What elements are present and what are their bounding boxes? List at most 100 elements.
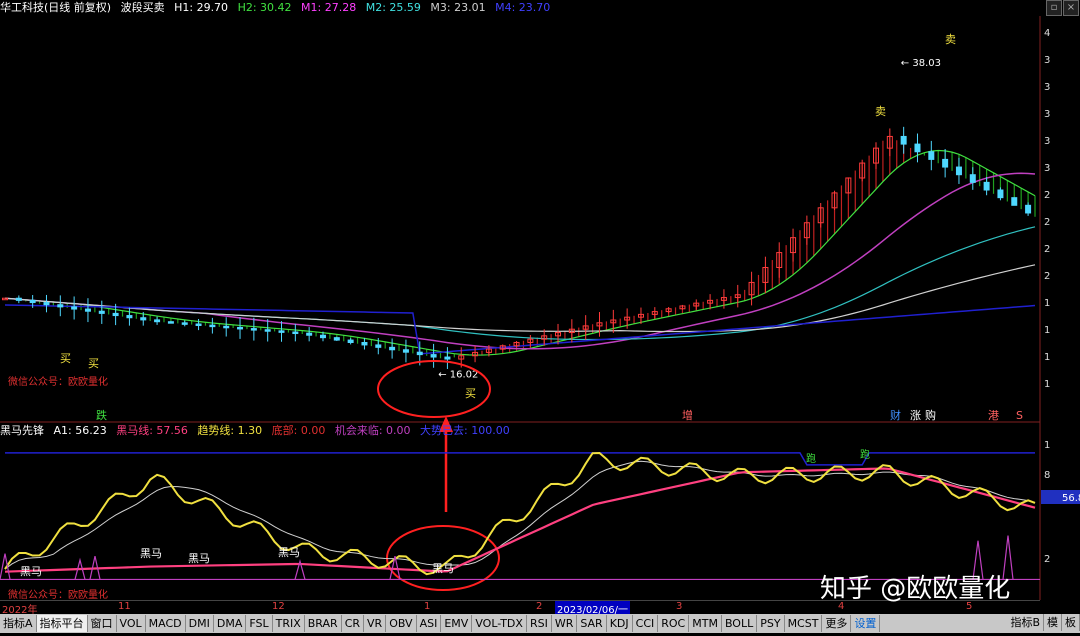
- candle-body: [84, 308, 91, 312]
- tab-22[interactable]: MTM: [689, 615, 722, 632]
- tab-25[interactable]: MCST: [785, 615, 823, 632]
- tab-1[interactable]: 指标平台: [36, 615, 88, 632]
- candle-body: [15, 297, 22, 301]
- main-chart-header: 华工科技(日线 前复权) 波段买卖 H1: 29.70 H2: 30.42 M1…: [0, 0, 556, 16]
- stock-chart-window: ← 16.02 ← 38.03 买买买卖卖跌增财涨购港 S 4 3 3 3 3 3 2 2 2 2 1 1 1 1…: [0, 0, 1080, 633]
- tab-23[interactable]: BOLL: [722, 615, 758, 632]
- tab-6[interactable]: DMA: [214, 615, 247, 632]
- tab-21[interactable]: ROC: [658, 615, 690, 632]
- tab-26[interactable]: 更多: [822, 615, 852, 632]
- tab-right-1[interactable]: 模: [1044, 614, 1062, 631]
- tab-4[interactable]: MACD: [146, 615, 186, 632]
- heima-label: 黑马: [140, 547, 162, 560]
- tab-11[interactable]: VR: [364, 615, 387, 632]
- trend-value: 趋势线: 1.30: [197, 424, 263, 437]
- tab-right-2[interactable]: 板: [1062, 614, 1080, 631]
- h1-value: H1: 29.70: [174, 1, 229, 14]
- highlight-ellipse-bottom: [386, 525, 500, 591]
- tab-18[interactable]: SAR: [577, 615, 607, 632]
- price-scale-label: 4: [1044, 28, 1050, 39]
- price-scale-label: 2: [1044, 190, 1050, 201]
- tab-20[interactable]: CCI: [633, 615, 659, 632]
- candle-body: [319, 334, 326, 339]
- tab-7[interactable]: FSL: [246, 615, 273, 632]
- tab-12[interactable]: OBV: [386, 615, 417, 632]
- candle-body: [1011, 197, 1018, 206]
- candle-body: [98, 310, 105, 314]
- candle-body: [112, 312, 119, 317]
- m4-value: M4: 23.70: [495, 1, 551, 14]
- tab-16[interactable]: RSI: [527, 615, 552, 632]
- candle-body: [237, 326, 244, 330]
- buy-label: 买: [60, 352, 71, 365]
- chart-canvas[interactable]: ← 16.02← 38.03买买 买卖卖跌增财涨购港 S43333322221111…: [0, 0, 1080, 633]
- pao-label: 跑: [860, 448, 870, 461]
- tab-27[interactable]: 设置: [851, 615, 881, 632]
- tab-3[interactable]: VOL: [117, 615, 146, 632]
- event-marker: 财: [890, 408, 901, 422]
- candle-body: [209, 324, 216, 328]
- sub-chart-header: 黑马先锋 A1: 56.23 黑马线: 57.56 趋势线: 1.30 底部: …: [0, 423, 516, 439]
- candle-body: [57, 304, 64, 308]
- window-close-button[interactable]: ×: [1063, 0, 1079, 16]
- wechat-note-sub: 微信公众号：欧欧量化: [8, 590, 108, 601]
- ma-h2-line: [4, 149, 1036, 356]
- heima-label: 黑马: [188, 552, 210, 565]
- m1-value: M1: 27.28: [301, 1, 357, 14]
- chance-value: 机会来临: 0.00: [334, 424, 411, 437]
- tab-8[interactable]: TRIX: [273, 615, 305, 632]
- candle-body: [983, 181, 990, 191]
- tab-15[interactable]: VOL-TDX: [472, 615, 527, 632]
- tab-right-0[interactable]: 指标B: [1007, 614, 1044, 631]
- a1-value: A1: 56.23: [53, 424, 107, 437]
- tab-9[interactable]: BRAR: [305, 615, 342, 632]
- price-scale-label: 1: [1044, 325, 1050, 336]
- candle-body: [306, 332, 313, 336]
- candle-body: [250, 328, 257, 331]
- candle-body: [955, 166, 962, 176]
- watermark: 知乎 @欧欧量化: [820, 574, 1011, 604]
- event-marker: 涨: [910, 409, 921, 422]
- candle-body: [900, 135, 907, 145]
- candle-body: [914, 143, 921, 153]
- price-scale-label: 3: [1044, 55, 1050, 66]
- tab-13[interactable]: ASI: [417, 615, 442, 632]
- price-scale-label: 3: [1044, 82, 1050, 93]
- sub-scale-label: 2: [1044, 554, 1050, 565]
- stock-title: 华工科技(日线 前复权): [0, 1, 112, 14]
- candle-body: [223, 325, 230, 329]
- price-scale-label: 1: [1044, 379, 1050, 390]
- indicator-tab-bar: 指标A 指标平台 窗口 VOL MACD DMI DMA FSL TRIX BRAR CR VR OBV…: [0, 614, 1080, 633]
- candle-body: [1025, 204, 1032, 214]
- buy-label: 买: [88, 357, 99, 370]
- date-label: 12: [272, 601, 285, 612]
- date-label: 11: [118, 601, 131, 612]
- tab-19[interactable]: KDJ: [607, 615, 633, 632]
- tab-24[interactable]: PSY: [757, 615, 785, 632]
- high-price-label: ← 38.03: [901, 58, 941, 69]
- big-value: 大势已去: 100.00: [420, 424, 510, 437]
- candle-body: [43, 302, 50, 306]
- candle-body: [29, 299, 36, 304]
- pao-label: 跑: [806, 452, 816, 465]
- price-scale-label: 2: [1044, 271, 1050, 282]
- candle-body: [361, 341, 368, 346]
- tab-14[interactable]: EMV: [441, 615, 473, 632]
- current-value-label: 56.8: [1062, 493, 1080, 504]
- sub-scale-label: 8: [1044, 470, 1050, 481]
- tab-17[interactable]: WR: [552, 615, 578, 632]
- candle-body: [154, 319, 161, 323]
- tab-0[interactable]: 指标A: [0, 615, 37, 632]
- price-scale-label: 2: [1044, 244, 1050, 255]
- tab-2[interactable]: 窗口: [88, 615, 117, 632]
- event-marker: 跌: [96, 408, 107, 422]
- candle-body: [375, 344, 382, 348]
- tab-10[interactable]: CR: [342, 615, 365, 632]
- heima-label: 黑马: [278, 546, 300, 559]
- candle-body: [347, 339, 354, 343]
- tab-5[interactable]: DMI: [186, 615, 214, 632]
- candle-body: [997, 189, 1004, 199]
- window-min-button[interactable]: ▫: [1046, 0, 1062, 16]
- event-marker: 购: [925, 408, 936, 422]
- low-price-label: ← 16.02: [438, 370, 478, 381]
